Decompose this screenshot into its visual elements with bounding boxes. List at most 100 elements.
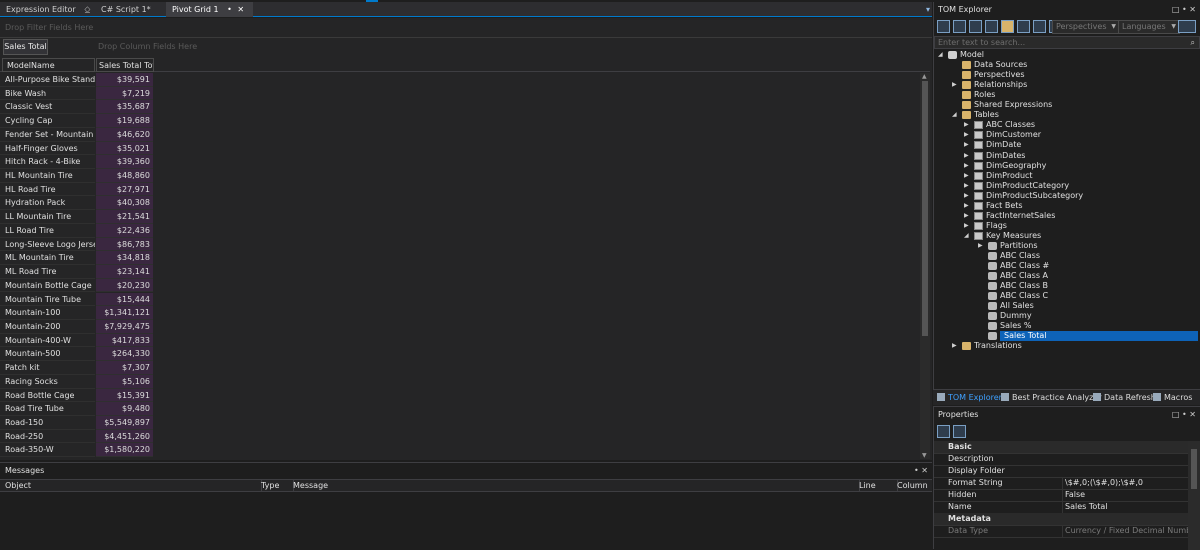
row-label[interactable]: Mountain-200 — [0, 320, 95, 334]
value-cell[interactable]: $34,818 — [96, 251, 153, 266]
expander-icon[interactable]: ▶ — [964, 120, 972, 130]
property-value[interactable]: Sales Total — [1062, 501, 1188, 513]
value-cell[interactable]: $35,021 — [96, 141, 153, 156]
pivot-row[interactable]: Patch kit $7,307 — [0, 361, 920, 375]
tab-csharp-script[interactable]: C# Script 1* — [95, 2, 157, 17]
row-label[interactable]: Classic Vest — [0, 100, 95, 115]
value-cell[interactable]: $7,219 — [96, 86, 153, 101]
hierarchy-icon[interactable] — [969, 20, 982, 33]
row-label[interactable]: Mountain-500 — [0, 347, 95, 362]
pivot-row[interactable]: ML Mountain Tire $34,818 — [0, 251, 920, 266]
expander-icon[interactable]: ▶ — [964, 221, 972, 231]
columns-icon[interactable] — [1017, 20, 1030, 33]
pivot-row[interactable]: Road Tire Tube $9,480 — [0, 402, 920, 416]
properties-window-controls[interactable]: □ • ✕ — [1172, 409, 1196, 421]
scroll-up-icon[interactable]: ▲ — [922, 73, 927, 80]
chevron-down-icon[interactable]: ▾ — [926, 2, 930, 17]
expander-icon[interactable]: ◢ — [964, 231, 972, 241]
pivot-row[interactable]: Half-Finger Gloves $35,021 — [0, 141, 920, 156]
expander-icon[interactable]: ▶ — [964, 140, 972, 150]
value-cell[interactable]: $5,549,897 — [96, 416, 153, 430]
value-cell[interactable]: $15,444 — [96, 292, 153, 307]
tom-window-controls[interactable]: □ • ✕ — [1172, 3, 1196, 16]
tab-tom-explorer[interactable]: TOM Explorer — [937, 390, 1002, 406]
scroll-down-icon[interactable]: ▼ — [922, 452, 927, 459]
row-label[interactable]: Long-Sleeve Logo Jersey — [0, 238, 95, 252]
row-label[interactable]: Patch kit — [0, 361, 95, 375]
expander-icon[interactable]: ▶ — [964, 151, 972, 161]
pivot-row[interactable]: HL Mountain Tire $48,860 — [0, 169, 920, 183]
value-cell[interactable]: $20,230 — [96, 278, 153, 293]
row-label[interactable]: Road-150 — [0, 416, 95, 430]
row-label[interactable]: Road Bottle Cage — [0, 389, 95, 403]
pivot-row[interactable]: Mountain-500 $264,330 — [0, 347, 920, 362]
property-value[interactable]: \$#,0;(\$#,0);\$#,0 — [1062, 477, 1188, 489]
pivot-row[interactable]: Hydration Pack $40,308 — [0, 196, 920, 211]
value-cell[interactable]: $19,688 — [96, 114, 153, 128]
messages-window-controls[interactable]: • ✕ — [914, 465, 928, 476]
value-cell[interactable]: $7,307 — [96, 361, 153, 375]
edit-icon[interactable] — [1033, 20, 1046, 33]
alphabetical-icon[interactable] — [953, 425, 966, 438]
row-label[interactable]: Hitch Rack - 4-Bike — [0, 155, 95, 169]
pivot-row[interactable]: Road Bottle Cage $15,391 — [0, 388, 920, 403]
row-label[interactable]: LL Road Tire — [0, 224, 95, 238]
column-column[interactable]: Column — [892, 480, 938, 492]
show-hidden-icon[interactable] — [953, 20, 966, 33]
property-value[interactable]: Currency / Fixed Decimal Number (de — [1062, 525, 1188, 537]
pivot-row[interactable]: All-Purpose Bike Stand $39,591 — [0, 73, 920, 87]
value-cell[interactable]: $5,106 — [96, 374, 153, 389]
value-cell[interactable]: $86,783 — [96, 237, 153, 252]
pivot-row[interactable]: Racing Socks $5,106 — [0, 374, 920, 389]
pivot-row[interactable]: Classic Vest $35,687 — [0, 100, 920, 115]
expander-icon[interactable]: ▶ — [964, 211, 972, 221]
pivot-row[interactable]: Mountain-400-W $417,833 — [0, 333, 920, 348]
row-label[interactable]: Racing Socks — [0, 375, 95, 389]
value-cell[interactable]: $21,541 — [96, 210, 153, 224]
expander-icon[interactable]: ▶ — [964, 191, 972, 201]
row-label[interactable]: HL Mountain Tire — [0, 169, 95, 183]
tom-search-input[interactable]: Enter text to search... ⌕ — [934, 36, 1200, 49]
expander-icon[interactable]: ▶ — [952, 341, 960, 351]
pivot-row[interactable]: Mountain Tire Tube $15,444 — [0, 292, 920, 307]
expander-icon[interactable]: ▶ — [964, 181, 972, 191]
pivot-row[interactable]: Bike Wash $7,219 — [0, 86, 920, 101]
value-cell[interactable]: $1,341,121 — [96, 306, 153, 320]
tab-macros[interactable]: Macros — [1153, 390, 1192, 406]
value-cell[interactable]: $9,480 — [96, 402, 153, 416]
row-label[interactable]: ML Road Tire — [0, 265, 95, 279]
scrollbar-thumb[interactable] — [922, 81, 928, 336]
tab-pivot-grid[interactable]: Pivot Grid 1 • ✕ — [166, 2, 253, 17]
pivot-row[interactable]: HL Road Tire $27,971 — [0, 182, 920, 197]
value-cell[interactable]: $27,971 — [96, 182, 153, 197]
column-object[interactable]: Object — [0, 480, 262, 492]
row-label[interactable]: HL Road Tire — [0, 183, 95, 197]
value-cell[interactable]: $39,591 — [96, 73, 153, 87]
pin-icon[interactable]: • — [227, 5, 232, 14]
expander-icon[interactable]: ◢ — [952, 110, 960, 120]
pivot-row[interactable]: ML Road Tire $23,141 — [0, 265, 920, 279]
row-label[interactable]: Fender Set - Mountain — [0, 128, 95, 142]
row-label[interactable]: Hydration Pack — [0, 196, 95, 211]
pivot-row[interactable]: Hitch Rack - 4-Bike $39,360 — [0, 155, 920, 169]
tab-data-refresh[interactable]: Data Refresh — [1093, 390, 1156, 406]
pivot-row[interactable]: LL Mountain Tire $21,541 — [0, 210, 920, 224]
pivot-row[interactable]: Road-250 $4,451,260 — [0, 429, 920, 444]
pivot-row[interactable]: Mountain-200 $7,929,475 — [0, 319, 920, 334]
vertical-scrollbar[interactable]: ▲ ▼ — [920, 73, 930, 459]
pivot-row[interactable]: LL Road Tire $22,436 — [0, 223, 920, 238]
scrollbar-thumb[interactable] — [1191, 449, 1197, 489]
value-cell[interactable]: $1,580,220 — [96, 443, 153, 458]
expander-icon[interactable]: ▶ — [964, 130, 972, 140]
value-cell[interactable]: $46,620 — [96, 127, 153, 142]
search-icon[interactable]: ⌕ — [1191, 37, 1195, 49]
value-cell[interactable]: $39,360 — [96, 155, 153, 169]
property-row[interactable]: Data Type Currency / Fixed Decimal Number… — [934, 525, 1188, 538]
filter-drop-zone[interactable]: Drop Filter Fields Here — [0, 18, 932, 38]
value-cell[interactable]: $23,141 — [96, 265, 153, 279]
value-cell[interactable]: $22,436 — [96, 223, 153, 238]
folder-icon[interactable] — [1001, 20, 1014, 33]
tab-expression-editor[interactable]: Expression Editor ⎐ — [0, 2, 97, 17]
measures-icon[interactable] — [985, 20, 998, 33]
row-label[interactable]: Road-250 — [0, 430, 95, 444]
